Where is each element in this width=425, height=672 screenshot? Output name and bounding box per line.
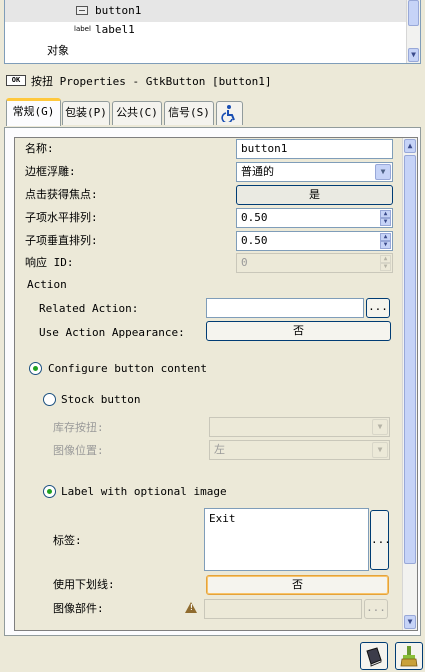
label-text-edit-button[interactable]: ... <box>370 510 391 570</box>
configure-content-radio[interactable] <box>29 362 42 375</box>
tab-general[interactable]: 常规(G) <box>6 98 61 126</box>
broom-icon <box>400 646 418 667</box>
property-editor: 名称: button1 边框浮雕: 普通的 ▼ 点击获得焦点: 是 子项水平排列… <box>14 137 418 631</box>
gtk-ok-icon: OK <box>6 75 26 86</box>
xalign-label: 子项水平排列: <box>25 211 98 224</box>
xalign-value: 0.50 <box>241 211 268 224</box>
use-action-appearance-toggle[interactable]: 否 <box>206 321 391 341</box>
label-with-image-radio[interactable] <box>43 485 56 498</box>
label-text-area[interactable]: Exit <box>204 508 369 571</box>
button-widget-icon <box>76 6 88 15</box>
image-widget-field <box>204 599 362 619</box>
focus-on-click-toggle[interactable]: 是 <box>236 185 393 205</box>
image-position-combo: 左 ▼ <box>209 440 390 460</box>
stock-item-label: 库存按扭: <box>53 421 104 434</box>
xalign-spinbutton[interactable]: 0.50 ▲ ▼ <box>236 208 393 228</box>
tree-scrollbar[interactable]: ▼ <box>406 0 420 63</box>
book-icon <box>366 647 382 667</box>
image-position-value: 左 <box>214 443 225 456</box>
name-label: 名称: <box>25 142 54 155</box>
focus-on-click-label: 点击获得焦点: <box>25 188 98 201</box>
scroll-down-icon[interactable]: ▼ <box>404 615 416 629</box>
label-text-label: 标签: <box>53 534 82 547</box>
yalign-spinbutton[interactable]: 0.50 ▲ ▼ <box>236 231 393 251</box>
stock-item-combo: ▼ <box>209 417 390 437</box>
yalign-value: 0.50 <box>241 234 268 247</box>
tree-scroll-thumb[interactable] <box>408 0 419 26</box>
properties-scrollbar[interactable]: ▲ ▼ <box>402 138 417 630</box>
tab-common[interactable]: 公共(C) <box>112 101 162 125</box>
use-action-appearance-label: Use Action Appearance: <box>39 326 185 339</box>
image-position-label: 图像位置: <box>53 444 104 457</box>
tree-item-label: 对象 <box>47 44 69 57</box>
tab-packing[interactable]: 包装(P) <box>62 101 110 125</box>
use-underline-toggle[interactable]: 否 <box>206 575 389 595</box>
spin-arrows-icon[interactable]: ▲ ▼ <box>380 233 391 249</box>
related-action-field[interactable] <box>206 298 364 318</box>
action-heading: Action <box>27 278 67 291</box>
yalign-label: 子项垂直排列: <box>25 234 98 247</box>
widget-tree: button1 label label1 对象 ▼ <box>4 0 421 64</box>
tab-signals[interactable]: 信号(S) <box>164 101 214 125</box>
use-underline-label: 使用下划线: <box>53 578 115 591</box>
chevron-down-icon: ▼ <box>372 419 388 435</box>
accessibility-icon <box>220 105 235 124</box>
properties-scroll-thumb[interactable] <box>404 155 416 564</box>
spin-arrows-icon[interactable]: ▲ ▼ <box>380 210 391 226</box>
tree-item-label: label1 <box>95 23 135 36</box>
properties-heading: 按扭 Properties - GtkButton [button1] <box>31 75 272 88</box>
relief-label: 边框浮雕: <box>25 165 76 178</box>
tab-accessibility[interactable] <box>216 101 243 125</box>
tree-item-label1[interactable]: label label1 <box>5 19 407 41</box>
scroll-up-icon[interactable]: ▲ <box>404 139 416 153</box>
response-id-label: 响应 ID: <box>25 256 74 269</box>
chevron-down-icon[interactable]: ▼ <box>375 164 391 180</box>
configure-content-label: Configure button content <box>48 362 207 375</box>
chevron-down-icon: ▼ <box>372 442 388 458</box>
image-widget-label: 图像部件: <box>53 602 104 615</box>
response-id-spinbutton: 0 ▲ ▼ <box>236 253 393 273</box>
related-action-label: Related Action: <box>39 302 139 315</box>
tree-item-objects[interactable]: 对象 <box>5 40 407 62</box>
label-with-image-label: Label with optional image <box>61 485 227 498</box>
relief-combo[interactable]: 普通的 ▼ <box>236 162 393 182</box>
scroll-down-icon[interactable]: ▼ <box>408 48 419 62</box>
stock-button-radio[interactable] <box>43 393 56 406</box>
spin-arrows-icon: ▲ ▼ <box>380 255 391 271</box>
response-id-value: 0 <box>241 256 248 269</box>
label-widget-icon: label <box>74 25 91 33</box>
clear-button[interactable] <box>395 642 423 670</box>
stock-button-label: Stock button <box>61 393 141 406</box>
image-widget-browse-button: ... <box>364 599 388 619</box>
related-action-browse-button[interactable]: ... <box>366 298 390 318</box>
help-book-button[interactable] <box>360 642 388 670</box>
name-field[interactable]: button1 <box>236 139 393 159</box>
warning-icon <box>185 602 197 613</box>
relief-value: 普通的 <box>241 165 274 178</box>
